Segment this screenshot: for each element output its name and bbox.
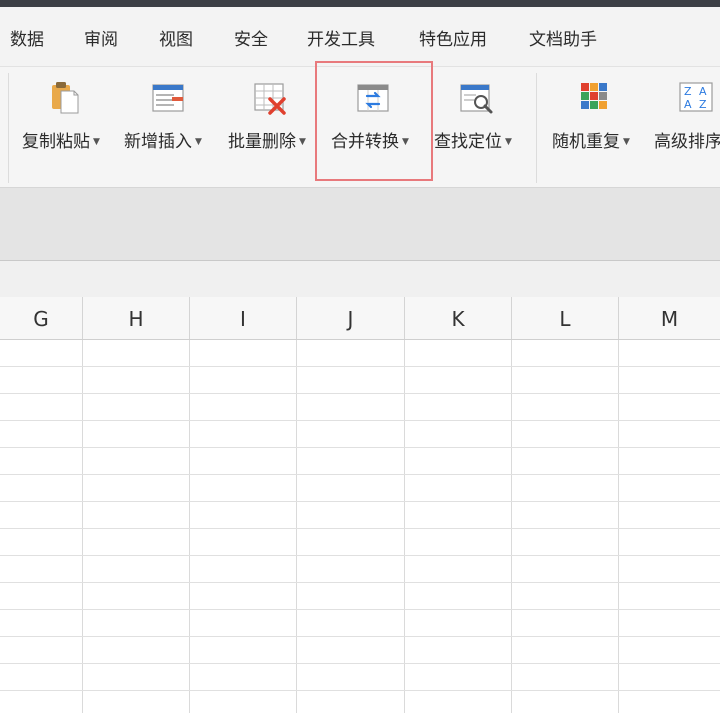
ribbon-separator [8,73,9,183]
random-repeat-button[interactable]: 随机重复 ▼ [548,71,642,183]
grid-column-line [404,340,405,713]
svg-text:Z: Z [699,98,707,111]
insert-button[interactable]: 新增插入 ▼ [120,71,214,183]
clipboard-paste-icon [52,82,79,114]
copy-paste-button[interactable]: 复制粘贴 ▼ [18,71,110,183]
ribbon-collapsed-area [0,187,720,260]
table-delete-icon [254,83,286,115]
insert-row-icon [152,84,184,112]
column-header-l[interactable]: L [512,297,619,339]
ribbon-separator [536,73,537,183]
column-header-g[interactable]: G [0,297,83,339]
batch-delete-button[interactable]: 批量删除 ▼ [224,71,316,183]
svg-text:Z: Z [684,85,692,98]
column-header-row: G H I J K L M [0,297,720,340]
random-repeat-label: 随机重复 [552,132,620,152]
dropdown-arrow-icon: ▼ [402,137,409,147]
dropdown-arrow-icon: ▼ [299,137,306,147]
grid-row-line [0,636,720,637]
grid-row-line [0,501,720,502]
svg-text:A: A [699,85,707,98]
grid-row-line [0,447,720,448]
column-header-m[interactable]: M [619,297,720,339]
column-header-i[interactable]: I [190,297,297,339]
grid-column-line [618,340,619,713]
grid-row-line [0,474,720,475]
copy-paste-label: 复制粘贴 [22,132,90,152]
grid-row-line [0,420,720,421]
batch-delete-label: 批量删除 [228,132,296,152]
svg-text:A: A [684,98,692,111]
dropdown-arrow-icon: ▼ [505,137,512,147]
advanced-sort-label: 高级排序 [654,132,720,152]
dropdown-arrow-icon: ▼ [93,137,100,147]
grid-row-line [0,582,720,583]
grid-row-line [0,609,720,610]
menu-security[interactable]: 安全 [234,25,268,50]
dropdown-arrow-icon: ▼ [195,137,202,147]
grid-column-line [189,340,190,713]
grid-row-line [0,366,720,367]
grid-column-line [511,340,512,713]
menu-bar: 数据 审阅 视图 安全 开发工具 特色应用 文档助手 [0,7,720,67]
menu-featured-apps[interactable]: 特色应用 [419,25,487,50]
menu-review[interactable]: 审阅 [84,25,118,50]
merge-convert-label: 合并转换 [331,132,399,152]
grid-row-line [0,528,720,529]
grid-column-line [296,340,297,713]
find-locate-label: 查找定位 [434,132,502,152]
merge-convert-icon [357,84,389,112]
window-top-bar [0,0,720,7]
menu-developer-tools[interactable]: 开发工具 [307,25,375,50]
find-locate-icon [460,84,493,114]
random-repeat-icon [581,83,607,109]
formula-bar[interactable] [0,260,720,298]
grid-row-line [0,555,720,556]
find-locate-button[interactable]: 查找定位 ▼ [432,71,524,183]
grid-column-line [82,340,83,713]
column-header-h[interactable]: H [83,297,190,339]
advanced-sort-icon: Z A A Z [679,82,713,112]
ribbon-toolbar: 复制粘贴 ▼ 新增插入 ▼ 批量删除 ▼ 合并转换 ▼ 查找定位 ▼ 随机重复 … [0,67,720,187]
grid-row-line [0,690,720,691]
column-header-k[interactable]: K [405,297,512,339]
merge-convert-button[interactable]: 合并转换 ▼ [327,71,423,183]
column-header-j[interactable]: J [297,297,405,339]
menu-view[interactable]: 视图 [159,25,193,50]
menu-document-assistant[interactable]: 文档助手 [529,25,597,50]
dropdown-arrow-icon: ▼ [623,137,630,147]
cell-grid[interactable] [0,340,720,713]
menu-data[interactable]: 数据 [10,25,44,50]
insert-label: 新增插入 [124,132,192,152]
grid-row-line [0,393,720,394]
grid-row-line [0,663,720,664]
advanced-sort-button[interactable]: Z A A Z 高级排序 [652,71,720,183]
